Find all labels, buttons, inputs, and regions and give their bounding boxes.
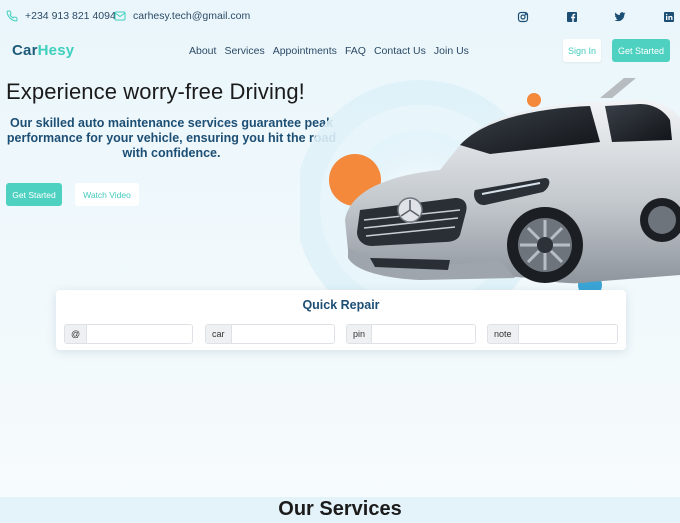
grey-stripe-shape bbox=[600, 78, 636, 98]
phone-number: +234 913 821 4094 bbox=[25, 10, 116, 22]
twitter-icon[interactable] bbox=[614, 11, 626, 23]
email-input[interactable] bbox=[87, 325, 192, 343]
pin-input[interactable] bbox=[372, 325, 475, 343]
email-field: @ bbox=[64, 324, 193, 344]
nav-get-started-button[interactable]: Get Started bbox=[612, 39, 670, 62]
hero-subtitle: Our skilled auto maintenance services gu… bbox=[6, 116, 337, 160]
car-field-addon: car bbox=[206, 325, 232, 343]
email-field-addon: @ bbox=[65, 325, 88, 343]
nav-appointments[interactable]: Appointments bbox=[273, 45, 337, 57]
hero-get-started-button[interactable]: Get Started bbox=[6, 183, 62, 206]
note-input[interactable] bbox=[518, 325, 617, 343]
sign-in-button[interactable]: Sign In bbox=[563, 39, 601, 62]
top-contact-bar: +234 913 821 4094 carhesy.tech@gmail.com bbox=[0, 0, 680, 34]
nav-services[interactable]: Services bbox=[224, 45, 264, 57]
linkedin-icon[interactable] bbox=[663, 11, 675, 23]
pin-field-addon: pin bbox=[347, 325, 373, 343]
note-field: note bbox=[487, 324, 618, 344]
nav-faq[interactable]: FAQ bbox=[345, 45, 366, 57]
nav-contact-us[interactable]: Contact Us bbox=[374, 45, 426, 57]
nav-about[interactable]: About bbox=[189, 45, 216, 57]
instagram-icon[interactable] bbox=[517, 11, 529, 23]
services-title: Our Services bbox=[278, 498, 402, 520]
car-field: car bbox=[205, 324, 335, 344]
brand-part1: Car bbox=[12, 42, 38, 59]
quick-repair-title: Quick Repair bbox=[302, 298, 380, 312]
phone-contact[interactable]: +234 913 821 4094 bbox=[6, 10, 116, 22]
main-nav: About Services Appointments FAQ Contact … bbox=[189, 45, 469, 57]
hero-title: Experience worry-free Driving! bbox=[6, 79, 305, 104]
pin-field: pin bbox=[346, 324, 476, 344]
phone-icon bbox=[6, 10, 18, 22]
quick-repair-card: Quick Repair @ car pin note bbox=[56, 290, 626, 350]
watch-video-button[interactable]: Watch Video bbox=[75, 183, 139, 206]
mail-icon bbox=[114, 11, 126, 21]
note-field-addon: note bbox=[488, 325, 519, 343]
brand-part2: Hesy bbox=[37, 42, 75, 59]
nav-join-us[interactable]: Join Us bbox=[434, 45, 469, 57]
email-address: carhesy.tech@gmail.com bbox=[133, 10, 251, 22]
email-contact[interactable]: carhesy.tech@gmail.com bbox=[114, 10, 250, 22]
brand-logo[interactable]: CarHesy bbox=[12, 42, 74, 59]
orange-circle-small bbox=[527, 93, 541, 107]
car-input[interactable] bbox=[231, 325, 334, 343]
facebook-icon[interactable] bbox=[566, 11, 578, 23]
